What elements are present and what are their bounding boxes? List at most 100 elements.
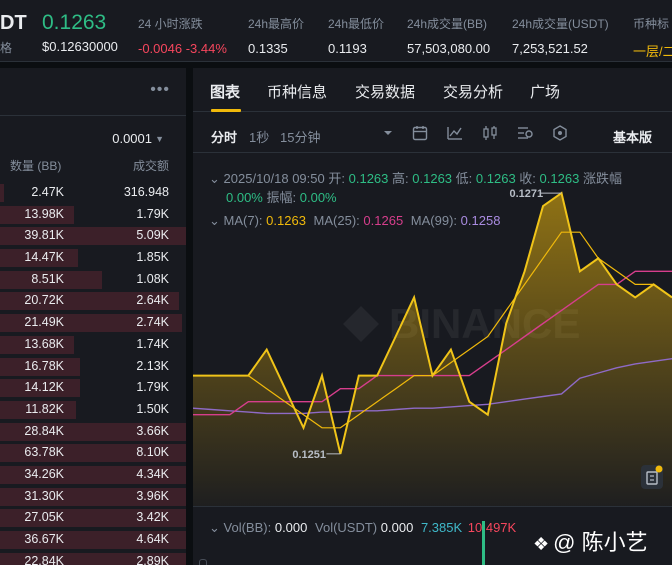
hexagon-icon[interactable] (551, 124, 569, 142)
depth-bar (0, 184, 4, 202)
row-qty: 14.47K (24, 250, 64, 265)
col-header-qty: 数量 (BB) (10, 159, 62, 173)
ma99-value: 0.1258 (460, 213, 501, 228)
more-dots-icon[interactable]: ••• (150, 81, 170, 99)
order-book-row[interactable]: 63.78K 8.10K (0, 442, 186, 464)
stat-label: 24 小时涨跌 (138, 17, 203, 31)
order-book-row[interactable]: 14.47K 1.85K (0, 247, 186, 269)
tab-chart[interactable]: 图表 (210, 81, 240, 102)
row-qty: 27.05K (24, 510, 64, 525)
row-qty: 28.84K (24, 423, 64, 438)
row-total: 2.13K (136, 358, 169, 373)
row-qty: 21.49K (24, 315, 64, 330)
order-book-rows: 2.47K 316.948 13.98K 1.79K 39.81K 5.09K 14.47K… (0, 182, 186, 565)
tab-trading-data[interactable]: 交易数据 (355, 81, 415, 102)
row-qty: 22.84K (24, 553, 64, 565)
order-book-row[interactable]: 22.84K 2.89K (0, 551, 186, 565)
row-total: 5.09K (136, 228, 169, 243)
row-qty: 8.51K (31, 271, 64, 286)
market-header: DT 格 0.1263 $0.12630000 24 小时涨跌 -0.0046 … (0, 0, 672, 62)
tab-trading-analysis[interactable]: 交易分析 (443, 81, 503, 102)
order-book-toolbar: ••• (0, 68, 186, 116)
change-value: 0.00% (226, 190, 263, 205)
interval-15m[interactable]: 15分钟 (280, 127, 320, 146)
order-book-row[interactable]: 28.84K 3.66K (0, 421, 186, 443)
calendar-icon[interactable] (411, 124, 429, 142)
settings-icon[interactable] (516, 124, 534, 142)
order-book-row[interactable]: 2.47K 316.948 (0, 182, 186, 204)
row-qty: 39.81K (24, 228, 64, 243)
price-chart[interactable]: BINANCE 0.1271 0.1251 ⌄ 2025/10/18 09:50… (192, 154, 672, 506)
order-book-row[interactable]: 16.78K 2.13K (0, 356, 186, 378)
order-book-row[interactable]: 36.67K 4.64K (0, 529, 186, 551)
row-total: 2.64K (136, 293, 169, 308)
row-total: 1.79K (136, 380, 169, 395)
stat-24h-volume-bb: 24h成交量(BB) 57,503,080.00 (407, 15, 490, 56)
interval-1s[interactable]: 1秒 (249, 127, 269, 146)
chart-tabs: 图表 币种信息 交易数据 交易分析 广场 (193, 68, 672, 112)
indicator-chart-icon[interactable] (446, 124, 464, 142)
candle-style-icon[interactable] (481, 124, 499, 142)
tick-size-select[interactable]: 0.0001 (112, 131, 152, 146)
ohlc-legend: ⌄ 2025/10/18 09:50 开: 0.1263 高: 0.1263 低… (209, 168, 622, 187)
chart-reset-button[interactable] (641, 465, 663, 489)
row-total: 1.08K (136, 271, 169, 286)
stat-value[interactable]: 一层/二 (633, 41, 672, 60)
row-total: 3.66K (136, 423, 169, 438)
ma-legend: ⌄ MA(7): 0.1263 MA(25): 0.1265 MA(99): 0… (209, 213, 500, 229)
order-book-row[interactable]: 21.49K 2.74K (0, 312, 186, 334)
vol-ma2-value: 10.497K (467, 520, 517, 535)
row-qty: 13.98K (24, 206, 64, 221)
stat-label: 24h成交量(BB) (407, 17, 488, 31)
stat-label: 24h最低价 (328, 17, 385, 31)
amplitude-value: 0.00% (299, 190, 337, 205)
order-book-row[interactable]: 31.30K 3.96K (0, 486, 186, 508)
order-book-row[interactable]: 11.82K 1.50K (0, 399, 186, 421)
order-book-row[interactable]: 27.05K 3.42K (0, 507, 186, 529)
chevron-down-icon[interactable]: ▼ (155, 134, 164, 144)
low-label: 低: (455, 171, 473, 186)
stat-label: 币种标 (633, 17, 670, 31)
low-price-label: 0.1251 (292, 449, 326, 461)
pair-symbol[interactable]: DT (0, 12, 27, 35)
order-book-row[interactable]: 20.72K 2.64K (0, 290, 186, 312)
order-book-row[interactable]: 14.12K 1.79K (0, 377, 186, 399)
tab-square[interactable]: 广场 (530, 81, 560, 102)
row-qty: 14.12K (24, 380, 64, 395)
low-value: 0.1263 (475, 171, 516, 186)
row-qty: 20.72K (24, 293, 64, 308)
ohlc-legend-line2: 0.00% 振幅: 0.00% (226, 187, 337, 206)
last-price: 0.1263 (42, 11, 107, 34)
row-total: 3.42K (136, 510, 169, 525)
active-tab-indicator (211, 109, 241, 112)
price-area-fill (193, 193, 672, 506)
interval-dropdown-icon[interactable] (379, 124, 397, 142)
row-total: 1.79K (136, 206, 169, 221)
order-book-row[interactable]: 34.26K 4.34K (0, 464, 186, 486)
row-total: 3.96K (136, 488, 169, 503)
price-chart-svg[interactable]: BINANCE 0.1271 0.1251 (192, 154, 672, 506)
ma7-value: 0.1263 (266, 213, 306, 228)
interval-timeline[interactable]: 分时 (211, 127, 237, 146)
stat-value: 7,253,521.52 (512, 41, 588, 56)
order-book-row[interactable]: 13.68K 1.74K (0, 334, 186, 356)
stat-value: 0.1335 (248, 41, 288, 56)
order-book-row[interactable]: 13.98K 1.79K (0, 204, 186, 226)
ohlc-date: 2025/10/18 09:50 (223, 171, 325, 186)
author-watermark: ❖ @ 陈小艺 (533, 525, 648, 557)
tab-token-info[interactable]: 币种信息 (267, 81, 327, 102)
vol-bb-value: 0.000 (274, 520, 308, 535)
ma7-label: MA(7): (223, 213, 263, 228)
stat-label: 24h成交量(USDT) (512, 17, 609, 31)
stat-value: 57,503,080.00 (407, 41, 491, 56)
collapse-chevron-icon[interactable]: ⌄ (209, 213, 220, 228)
collapse-chevron-icon[interactable]: ⌄ (209, 171, 220, 186)
diamond-logo-icon: ❖ (533, 534, 550, 554)
order-book-row[interactable]: 39.81K 5.09K (0, 225, 186, 247)
view-mode-basic[interactable]: 基本版 (613, 127, 652, 146)
volume-scroll-handle[interactable] (199, 559, 207, 565)
collapse-chevron-icon[interactable]: ⌄ (209, 520, 220, 535)
order-book-row[interactable]: 8.51K 1.08K (0, 269, 186, 291)
row-total: 1.74K (136, 336, 169, 351)
stat-24h-change: 24 小时涨跌 -0.0046 -3.44% (138, 15, 227, 56)
